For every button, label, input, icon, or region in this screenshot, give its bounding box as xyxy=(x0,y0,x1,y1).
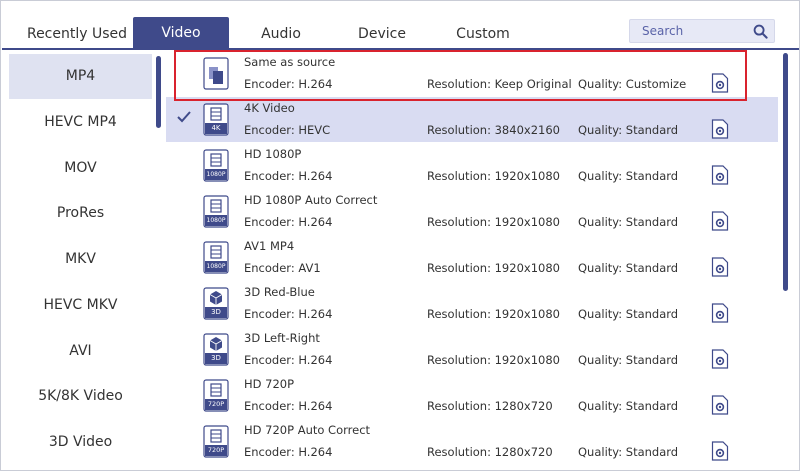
preset-row[interactable]: 3D 3D Red-Blue Encoder: H.264 Resolution… xyxy=(166,281,778,326)
preset-quality: Quality: Standard xyxy=(578,399,679,413)
preset-list: Same as source Encoder: H.264 Resolution… xyxy=(166,51,778,466)
category-5k-8k-video[interactable]: 5K/8K Video xyxy=(9,374,152,419)
settings-gear-icon[interactable] xyxy=(711,119,729,139)
category-hevc-mp4[interactable]: HEVC MP4 xyxy=(9,100,152,145)
film-1080p-icon: 1080P xyxy=(203,149,229,182)
preset-encoder: Encoder: H.264 xyxy=(244,445,333,459)
category-mov[interactable]: MOV xyxy=(9,146,152,191)
preset-encoder: Encoder: HEVC xyxy=(244,123,331,137)
highlight-box xyxy=(174,50,747,101)
category-avi[interactable]: AVI xyxy=(9,329,152,374)
preset-row[interactable]: 1080P HD 1080P Auto Correct Encoder: H.2… xyxy=(166,189,778,234)
preset-name: 3D Red-Blue xyxy=(244,285,315,299)
preset-resolution: Resolution: 3840x2160 xyxy=(427,123,560,137)
preset-resolution: Resolution: 1280x720 xyxy=(427,445,553,459)
preset-resolution: Resolution: 1920x1080 xyxy=(427,215,560,229)
preset-encoder: Encoder: AV1 xyxy=(244,261,321,275)
preset-resolution: Resolution: 1920x1080 xyxy=(427,261,560,275)
search-input[interactable] xyxy=(642,23,747,39)
film-1080p-icon: 1080P xyxy=(203,241,229,274)
preset-quality: Quality: Standard xyxy=(578,169,679,183)
search-box xyxy=(629,19,775,43)
preset-quality: Quality: Standard xyxy=(578,445,679,459)
badge-label: 720P xyxy=(207,446,225,454)
preset-quality: Quality: Standard xyxy=(578,353,679,367)
tab-bar: Recently Used Video Audio Device Custom xyxy=(2,2,799,50)
preset-name: AV1 MP4 xyxy=(244,239,295,253)
settings-gear-icon[interactable] xyxy=(711,211,729,231)
badge-label: 1080P xyxy=(206,171,226,178)
preset-name: 3D Left-Right xyxy=(244,331,320,345)
preset-name: HD 720P xyxy=(244,377,295,391)
cube-3d-icon: 3D xyxy=(203,287,229,320)
tab-audio[interactable]: Audio xyxy=(233,16,329,50)
settings-gear-icon[interactable] xyxy=(711,303,729,323)
category-hevc-mkv[interactable]: HEVC MKV xyxy=(9,283,152,328)
category-3d-video[interactable]: 3D Video xyxy=(9,420,152,465)
preset-resolution: Resolution: 1920x1080 xyxy=(427,169,560,183)
preset-row[interactable]: 720P HD 720P Encoder: H.264 Resolution: … xyxy=(166,373,778,418)
preset-name: 4K Video xyxy=(244,101,295,115)
badge-label: 1080P xyxy=(206,217,226,224)
badge-label: 1080P xyxy=(206,263,226,270)
checkmark-icon xyxy=(177,111,191,123)
format-category-list: MP4 HEVC MP4 MOV ProRes MKV HEVC MKV AVI… xyxy=(9,54,152,466)
preset-resolution: Resolution: 1920x1080 xyxy=(427,307,560,321)
preset-row[interactable]: 720P HD 720P Auto Correct Encoder: H.264… xyxy=(166,419,778,464)
preset-quality: Quality: Standard xyxy=(578,215,679,229)
category-mkv[interactable]: MKV xyxy=(9,237,152,282)
preset-name: HD 1080P Auto Correct xyxy=(244,193,378,207)
search-icon[interactable] xyxy=(753,24,768,39)
tab-custom[interactable]: Custom xyxy=(435,16,531,50)
preset-row-selected[interactable]: 4K 4K Video Encoder: HEVC Resolution: 38… xyxy=(166,97,778,142)
preset-list-scrollbar[interactable] xyxy=(783,53,788,291)
profile-panel: Recently Used Video Audio Device Custom … xyxy=(0,0,800,471)
badge-label: 3D xyxy=(211,308,221,316)
preset-resolution: Resolution: 1280x720 xyxy=(427,399,553,413)
settings-gear-icon[interactable] xyxy=(711,441,729,461)
preset-resolution: Resolution: 1920x1080 xyxy=(427,353,560,367)
category-prores[interactable]: ProRes xyxy=(9,191,152,236)
film-4k-icon: 4K xyxy=(203,103,229,136)
preset-name: HD 1080P xyxy=(244,147,302,161)
category-mp4[interactable]: MP4 xyxy=(9,54,152,99)
settings-gear-icon[interactable] xyxy=(711,165,729,185)
preset-name: HD 720P Auto Correct xyxy=(244,423,371,437)
film-1080p-icon: 1080P xyxy=(203,195,229,228)
badge-label: 4K xyxy=(211,124,221,132)
settings-gear-icon[interactable] xyxy=(711,395,729,415)
film-720p-icon: 720P xyxy=(203,425,229,458)
preset-quality: Quality: Standard xyxy=(578,307,679,321)
preset-quality: Quality: Standard xyxy=(578,261,679,275)
preset-encoder: Encoder: H.264 xyxy=(244,399,333,413)
settings-gear-icon[interactable] xyxy=(711,349,729,369)
preset-row[interactable]: 1080P AV1 MP4 Encoder: AV1 Resolution: 1… xyxy=(166,235,778,280)
badge-label: 720P xyxy=(207,400,225,408)
cube-3d-icon: 3D xyxy=(203,333,229,366)
category-scrollbar[interactable] xyxy=(156,56,161,128)
film-720p-icon: 720P xyxy=(203,379,229,412)
tab-recently-used[interactable]: Recently Used xyxy=(12,16,142,50)
settings-gear-icon[interactable] xyxy=(711,257,729,277)
tab-video[interactable]: Video xyxy=(133,17,229,50)
preset-quality: Quality: Standard xyxy=(578,123,679,137)
preset-encoder: Encoder: H.264 xyxy=(244,169,333,183)
preset-row[interactable]: 3D 3D Left-Right Encoder: H.264 Resoluti… xyxy=(166,327,778,372)
tab-device[interactable]: Device xyxy=(334,16,430,50)
preset-encoder: Encoder: H.264 xyxy=(244,353,333,367)
preset-encoder: Encoder: H.264 xyxy=(244,215,333,229)
badge-label: 3D xyxy=(211,354,221,362)
preset-row[interactable]: 1080P HD 1080P Encoder: H.264 Resolution… xyxy=(166,143,778,188)
preset-encoder: Encoder: H.264 xyxy=(244,307,333,321)
